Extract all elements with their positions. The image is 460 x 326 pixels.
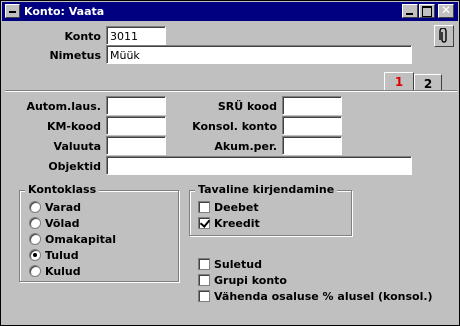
checkbox-icon xyxy=(198,201,210,213)
nimetus-field[interactable]: Müük xyxy=(106,45,412,64)
radio-button-icon xyxy=(29,265,41,277)
account-window: Konto: Vaata ✕ Konto 3011 Nimetus Müük 1… xyxy=(0,0,460,326)
checkbox-icon xyxy=(198,290,210,302)
nimetus-label: Nimetus xyxy=(49,49,101,62)
valuuta-field[interactable] xyxy=(106,136,166,155)
window-title: Konto: Vaata xyxy=(24,5,105,18)
checkbox-suletud[interactable]: Suletud xyxy=(198,258,262,273)
checkbox-label: Deebet xyxy=(214,201,259,214)
radio-label: Omakapital xyxy=(45,233,117,246)
maximize-button[interactable] xyxy=(419,4,435,18)
tab-1[interactable]: 1 xyxy=(384,72,414,91)
radio-tulud[interactable]: Tulud xyxy=(29,249,79,264)
km-kood-field[interactable] xyxy=(106,116,166,135)
minimize-button[interactable] xyxy=(402,4,418,18)
radio-volad[interactable]: Võlad xyxy=(29,217,80,232)
radio-button-icon xyxy=(29,217,41,229)
radio-button-selected-icon xyxy=(29,249,41,261)
checkbox-label: Kreedit xyxy=(214,217,260,230)
close-button[interactable]: ✕ xyxy=(438,3,454,18)
checkbox-vahenda-osaluse[interactable]: Vähenda osaluse % alusel (konsol.) xyxy=(198,290,433,305)
checkbox-label: Vähenda osaluse % alusel (konsol.) xyxy=(214,290,433,303)
radio-omakapital[interactable]: Omakapital xyxy=(29,233,116,248)
konto-field[interactable]: 3011 xyxy=(106,26,166,45)
kontoklass-title: Kontoklass xyxy=(25,183,100,196)
checkbox-checked-icon xyxy=(198,217,210,229)
objektid-label: Objektid xyxy=(48,160,101,173)
radio-button-icon xyxy=(29,233,41,245)
konto-label: Konto xyxy=(64,30,101,43)
sru-kood-label: SRÜ kood xyxy=(217,100,277,113)
km-kood-label: KM-kood xyxy=(46,120,101,133)
konsol-konto-label: Konsol. konto xyxy=(192,120,277,133)
radio-button-icon xyxy=(29,201,41,213)
radio-label: Tulud xyxy=(45,249,79,262)
radio-kulud[interactable]: Kulud xyxy=(29,265,81,280)
checkbox-kreedit[interactable]: Kreedit xyxy=(198,217,260,232)
akum-per-label: Akum.per. xyxy=(214,140,277,153)
close-icon: ✕ xyxy=(441,3,452,17)
radio-label: Varad xyxy=(45,201,82,214)
konsol-konto-field[interactable] xyxy=(282,116,342,135)
radio-varad[interactable]: Varad xyxy=(29,201,81,216)
sru-kood-field[interactable] xyxy=(282,96,342,115)
title-bar[interactable]: Konto: Vaata ✕ xyxy=(2,2,458,21)
tab-divider xyxy=(5,90,457,92)
attachment-button[interactable] xyxy=(434,25,454,47)
paperclip-icon xyxy=(439,28,447,43)
checkbox-icon xyxy=(198,274,210,286)
autom-laus-label: Autom.laus. xyxy=(26,100,101,113)
akum-per-field[interactable] xyxy=(282,136,342,155)
valuuta-label: Valuuta xyxy=(53,140,101,153)
radio-label: Võlad xyxy=(45,217,80,230)
checkbox-label: Grupi konto xyxy=(214,274,287,287)
autom-laus-field[interactable] xyxy=(106,96,166,115)
checkbox-deebet[interactable]: Deebet xyxy=(198,201,259,216)
objektid-field[interactable] xyxy=(106,156,412,175)
kirjendamine-title: Tavaline kirjendamine xyxy=(195,183,338,196)
system-menu-icon[interactable] xyxy=(5,4,20,18)
checkbox-icon xyxy=(198,258,210,270)
radio-label: Kulud xyxy=(45,265,81,278)
checkbox-grupi-konto[interactable]: Grupi konto xyxy=(198,274,287,289)
checkbox-label: Suletud xyxy=(214,258,262,271)
